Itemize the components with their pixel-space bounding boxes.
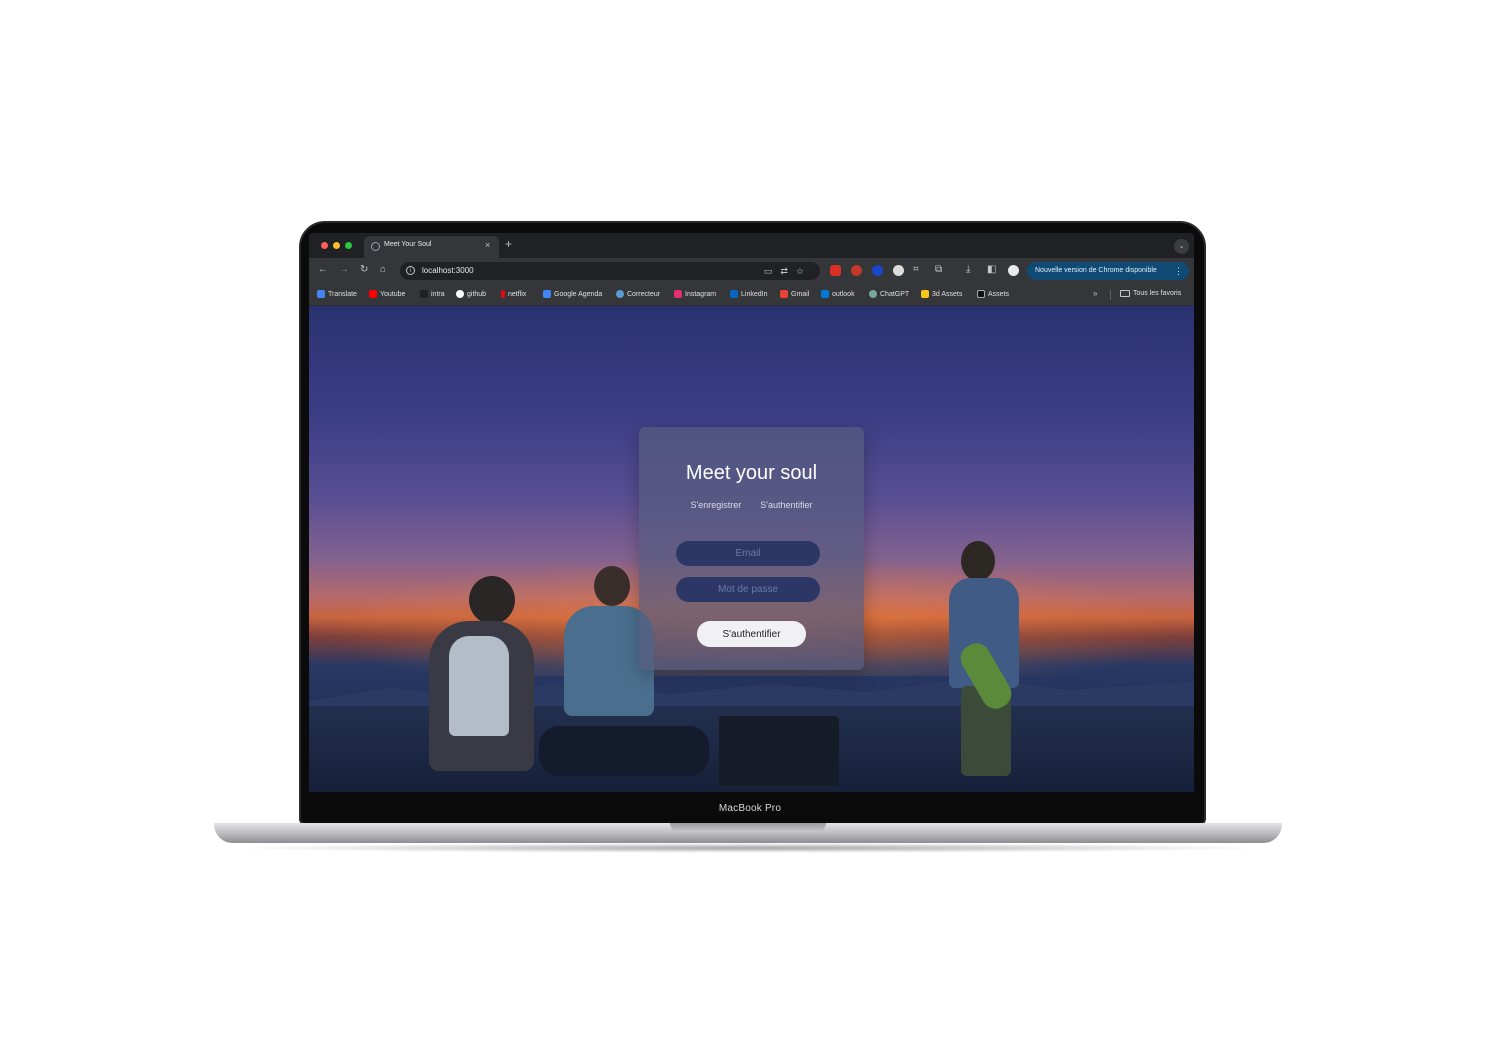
address-actions: ▭⇄☆ — [764, 264, 812, 278]
bookmark-gmail[interactable]: Gmail — [780, 290, 809, 298]
new-tab-button[interactable]: + — [505, 237, 512, 251]
bookmark-outlook[interactable]: outlook — [821, 290, 855, 298]
github-icon — [456, 290, 464, 298]
back-icon[interactable]: ← — [318, 263, 328, 277]
bookmark-intra[interactable]: intra — [420, 290, 445, 298]
bookmark-netflix[interactable]: netflix — [501, 290, 526, 298]
folder-icon — [1120, 290, 1130, 297]
tab-register[interactable]: S'enregistrer — [690, 500, 741, 510]
tab-title: Meet Your Soul — [384, 241, 432, 248]
forward-icon[interactable]: → — [339, 263, 349, 277]
instagram-icon — [674, 290, 682, 298]
download-icon[interactable]: ⤓ — [966, 263, 970, 277]
extension-badge-icon[interactable] — [851, 265, 862, 276]
correcteur-icon — [616, 290, 624, 298]
cast-icon[interactable]: ▭ — [764, 266, 781, 276]
chatgpt-icon — [869, 290, 877, 298]
bookmark-linkedin[interactable]: LinkedIn — [730, 290, 767, 298]
address-url: localhost:3000 — [422, 266, 474, 275]
translate-page-icon[interactable]: ⇄ — [780, 266, 796, 276]
tab-search-icon[interactable]: ⌄ — [1174, 239, 1189, 254]
screenshot-icon[interactable]: ⌗ — [913, 263, 919, 277]
page-viewport: Meet your soul S'enregistrer S'authentif… — [309, 306, 1194, 792]
home-icon[interactable]: ⌂ — [380, 263, 386, 277]
tab-strip: Meet Your Soul × + ⌄ — [309, 233, 1194, 258]
update-notice-text: Nouvelle version de Chrome disponible — [1035, 267, 1157, 274]
extension-circle-icon[interactable] — [893, 265, 904, 276]
linkedin-icon — [730, 290, 738, 298]
all-bookmarks-button[interactable]: Tous les favoris — [1120, 290, 1181, 297]
netflix-icon — [501, 290, 505, 298]
bookmarks-overflow-button[interactable]: » — [1093, 289, 1097, 298]
calendar-icon — [543, 290, 551, 298]
tab-login[interactable]: S'authentifier — [760, 500, 812, 510]
page-title: Meet your soul — [685, 462, 818, 484]
laptop-shadow — [230, 843, 1270, 853]
translate-icon — [317, 290, 325, 298]
password-input[interactable] — [676, 577, 820, 602]
login-submit-button[interactable]: S'authentifier — [697, 621, 806, 647]
login-card: Meet your soul S'enregistrer S'authentif… — [639, 427, 864, 670]
bookmark-3d-assets[interactable]: 3d Assets — [921, 290, 962, 298]
extension-blue-icon[interactable] — [872, 265, 883, 276]
3d-assets-icon — [921, 290, 929, 298]
close-window-button[interactable] — [321, 242, 328, 249]
bookmark-assets[interactable]: Assets — [977, 290, 1009, 298]
device-label: MacBook Pro — [718, 803, 782, 814]
globe-icon — [371, 242, 380, 251]
bookmark-instagram[interactable]: Instagram — [674, 290, 716, 298]
assets-icon — [977, 290, 985, 298]
site-info-icon[interactable]: i — [406, 266, 415, 275]
amplifier — [719, 716, 839, 786]
bookmark-translate[interactable]: Translate — [317, 290, 357, 298]
extension-red-icon[interactable] — [830, 265, 841, 276]
maximize-window-button[interactable] — [345, 242, 352, 249]
reload-icon[interactable]: ↻ — [360, 263, 368, 277]
laptop-notch — [670, 823, 826, 832]
browser-window: Meet Your Soul × + ⌄ ← → ↻ ⌂ i localhost… — [309, 233, 1194, 792]
close-tab-icon[interactable]: × — [485, 240, 490, 250]
gmail-icon — [780, 290, 788, 298]
chrome-update-button[interactable]: Nouvelle version de Chrome disponible ⋮ — [1027, 262, 1189, 280]
tab-meet-your-soul[interactable]: Meet Your Soul × — [364, 236, 499, 258]
bookmark-correcteur[interactable]: Correcteur — [616, 290, 660, 298]
bookmark-chatgpt[interactable]: ChatGPT — [869, 290, 909, 298]
youtube-icon — [369, 290, 377, 298]
menu-dots-icon: ⋮ — [1174, 266, 1183, 276]
toolbar: ← → ↻ ⌂ i localhost:3000 ▭⇄☆ ⌗ ⧉ ⤓ ◧ Nou… — [309, 258, 1194, 284]
bookmark-youtube[interactable]: Youtube — [369, 290, 405, 298]
bookmarks-bar: Translate Youtube intra github netflix G… — [309, 284, 1194, 306]
bookmark-google-agenda[interactable]: Google Agenda — [543, 290, 602, 298]
bookmarks-divider — [1110, 290, 1111, 300]
bookmark-github[interactable]: github — [456, 290, 486, 298]
intra-icon — [420, 290, 428, 298]
outlook-icon — [821, 290, 829, 298]
minimize-window-button[interactable] — [333, 242, 340, 249]
bookmark-star-icon[interactable]: ☆ — [796, 266, 812, 276]
email-input[interactable] — [676, 541, 820, 566]
extensions-puzzle-icon[interactable]: ⧉ — [935, 263, 942, 277]
profile-avatar-icon[interactable] — [1008, 265, 1019, 276]
address-bar[interactable]: i localhost:3000 ▭⇄☆ — [400, 262, 820, 280]
auth-tabs: S'enregistrer S'authentifier — [639, 500, 864, 510]
side-panel-icon[interactable]: ◧ — [987, 263, 996, 277]
